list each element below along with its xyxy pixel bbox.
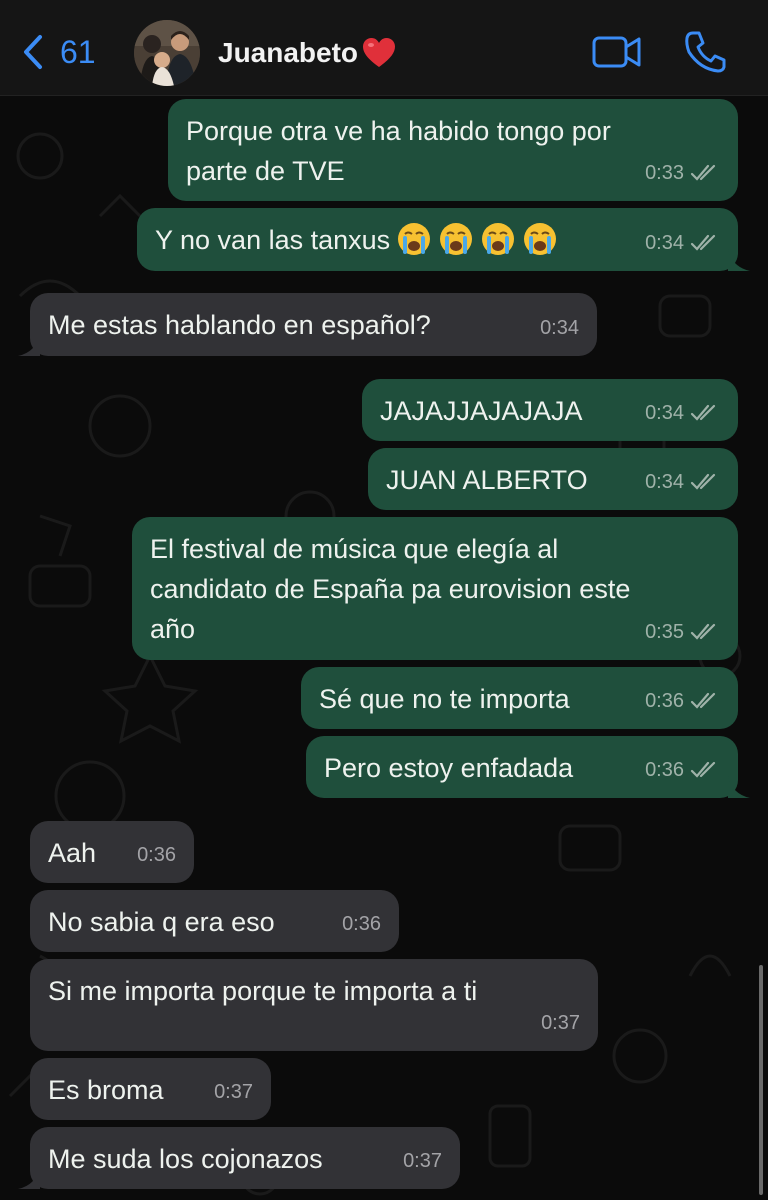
- loudly-crying-face-icon: [398, 223, 431, 255]
- message-bubble-outgoing[interactable]: Sé que no te importa 0:36: [301, 667, 738, 729]
- loudly-crying-face-icon: [482, 223, 515, 255]
- red-heart-icon: [363, 38, 396, 67]
- double-check-icon: [690, 623, 716, 640]
- unread-count: 61: [60, 33, 96, 70]
- message-text: Si me importa porque te importa a ti: [48, 976, 478, 1006]
- bubble-tail: [18, 334, 40, 356]
- message-bubble-incoming[interactable]: Aah 0:36: [30, 821, 194, 883]
- message-meta: 0:37: [403, 1141, 442, 1181]
- message-bubble-incoming[interactable]: Es broma 0:37: [30, 1058, 271, 1120]
- double-check-icon: [690, 404, 716, 421]
- contact-title[interactable]: Juanabeto: [218, 33, 396, 73]
- double-check-icon: [690, 692, 716, 709]
- message-meta: 0:37: [541, 1003, 580, 1043]
- video-call-icon[interactable]: [592, 34, 642, 70]
- message-time: 0:35: [645, 621, 684, 643]
- bubble-tail: [18, 1167, 40, 1189]
- double-check-icon: [690, 164, 716, 181]
- message-bubble-outgoing[interactable]: JUAN ALBERTO 0:34: [368, 448, 738, 510]
- message-meta: 0:34: [645, 462, 720, 502]
- loudly-crying-face-icon: [440, 223, 473, 255]
- message-time: 0:36: [137, 844, 176, 866]
- message-bubble-outgoing[interactable]: Porque otra ve ha habido tongo por parte…: [168, 99, 738, 201]
- message-time: 0:37: [214, 1081, 253, 1103]
- avatar[interactable]: [134, 20, 200, 86]
- bubble-tail: [728, 776, 750, 798]
- message-text: Porque otra ve ha habido tongo por parte…: [186, 116, 611, 186]
- message-time: 0:34: [540, 317, 579, 339]
- scrollbar[interactable]: [759, 965, 763, 1195]
- message-bubble-outgoing[interactable]: El festival de música que elegía al cand…: [132, 517, 738, 660]
- loudly-crying-face-icon: [524, 223, 557, 255]
- double-check-icon: [690, 473, 716, 490]
- message-bubble-incoming[interactable]: No sabia q era eso 0:36: [30, 890, 399, 952]
- message-meta: 0:34: [645, 393, 720, 433]
- phone-icon[interactable]: [684, 30, 726, 74]
- message-meta: 0:36: [645, 750, 720, 790]
- message-text: Me suda los cojonazos: [48, 1144, 323, 1174]
- message-text: Me estas hablando en español?: [48, 310, 431, 340]
- message-bubble-outgoing[interactable]: Y no van las tanxus 0:34: [137, 208, 750, 271]
- message-time: 0:34: [645, 232, 684, 254]
- message-bubble-outgoing[interactable]: JAJAJJAJAJAJA 0:34: [362, 379, 738, 441]
- chat-header: 61 Juanabeto: [0, 0, 768, 96]
- message-time: 0:36: [342, 913, 381, 935]
- back-button[interactable]: 61: [18, 30, 108, 74]
- message-bubble-incoming[interactable]: Si me importa porque te importa a ti 0:3…: [30, 959, 598, 1051]
- message-time: 0:34: [645, 471, 684, 493]
- message-time: 0:36: [645, 759, 684, 781]
- message-time: 0:33: [645, 162, 684, 184]
- message-meta: 0:36: [645, 681, 720, 721]
- message-bubble-outgoing[interactable]: Pero estoy enfadada 0:36: [306, 736, 750, 798]
- message-text: Y no van las tanxus: [155, 225, 391, 255]
- message-meta: 0:35: [645, 612, 720, 652]
- chevron-left-icon: [24, 35, 42, 69]
- message-text: No sabia q era eso: [48, 907, 275, 937]
- message-time: 0:34: [645, 402, 684, 424]
- message-bubble-incoming[interactable]: Me estas hablando en español? 0:34: [18, 293, 597, 356]
- message-meta: 0:33: [645, 153, 720, 193]
- message-meta: 0:36: [342, 904, 381, 944]
- message-meta: 0:34: [645, 223, 720, 263]
- contact-name: Juanabeto: [218, 37, 359, 68]
- message-time: 0:37: [403, 1150, 442, 1172]
- bubble-tail: [728, 249, 750, 271]
- message-text: El festival de música que elegía al cand…: [150, 534, 631, 644]
- message-time: 0:36: [645, 690, 684, 712]
- double-check-icon: [690, 234, 716, 251]
- message-meta: 0:36: [137, 835, 176, 875]
- message-meta: 0:37: [214, 1072, 253, 1112]
- message-time: 0:37: [541, 1012, 580, 1034]
- message-bubble-incoming[interactable]: Me suda los cojonazos 0:37: [18, 1127, 460, 1189]
- double-check-icon: [690, 761, 716, 778]
- message-meta: 0:34: [540, 308, 579, 348]
